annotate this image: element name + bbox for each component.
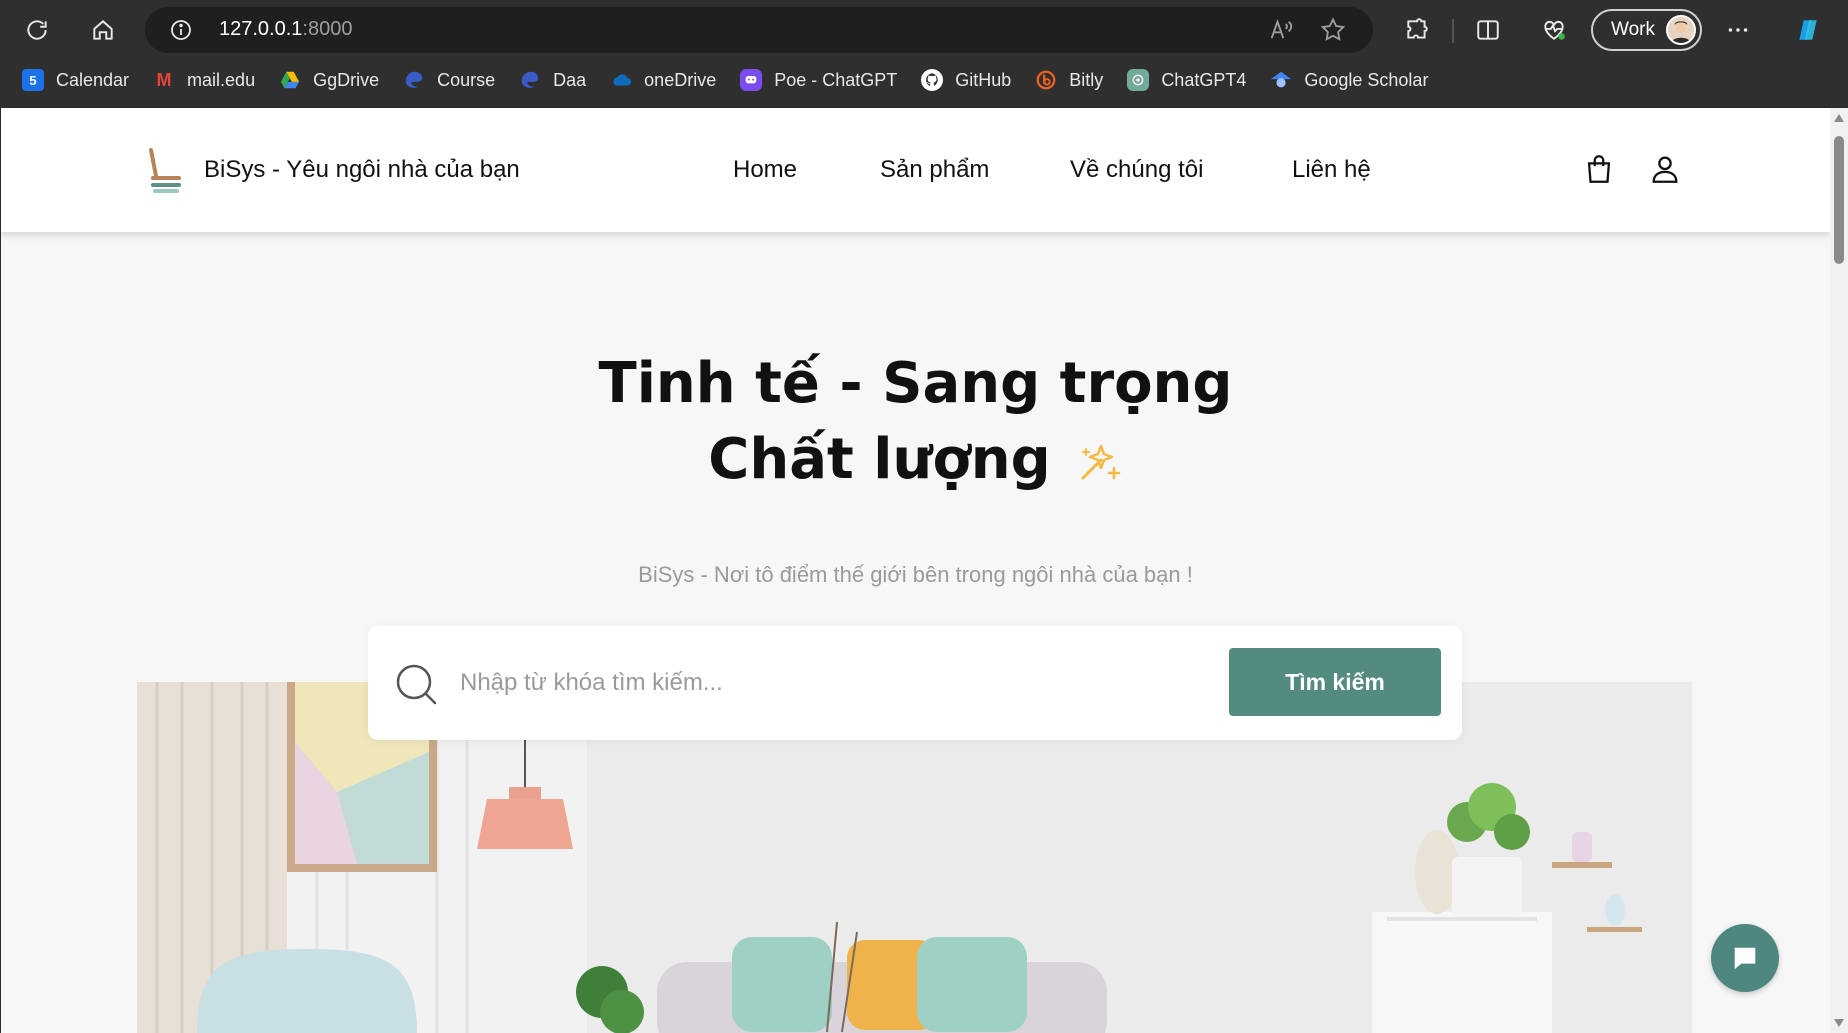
search-icon <box>396 664 437 705</box>
bookmark-bitly[interactable]: Bitly <box>1035 69 1103 91</box>
search-button[interactable]: Tìm kiếm <box>1229 648 1441 716</box>
poe-icon <box>740 69 763 91</box>
profile-label: Work <box>1611 19 1655 40</box>
bookmark-mail-edu[interactable]: Mmail.edu <box>153 69 256 91</box>
bookmark-label: Bitly <box>1069 69 1104 90</box>
hero-title-line2: Chất lượng <box>708 427 1051 492</box>
bookmark-daa[interactable]: Daa <box>519 69 586 91</box>
bookmark-label: mail.edu <box>187 69 256 90</box>
url-port: :8000 <box>302 18 353 40</box>
site-navbar: BiSys - Yêu ngôi nhà của bạn Home Sản ph… <box>1 108 1830 232</box>
sparkle-icon <box>1081 444 1120 480</box>
bookmark-ggdrive[interactable]: GgDrive <box>279 69 379 91</box>
hero-title-line1: Tinh tế - Sang trọng <box>598 351 1233 416</box>
bookmark-label: GitHub <box>955 69 1012 90</box>
url-host: 127.0.0.1 <box>219 18 303 40</box>
search-input[interactable] <box>460 656 1160 710</box>
split-screen-icon[interactable] <box>1468 10 1508 50</box>
onedrive-icon <box>610 69 632 91</box>
bookmark-github[interactable]: GitHub <box>921 69 1011 91</box>
address-bar[interactable]: 127.0.0.1:8000 <box>145 7 1373 53</box>
read-aloud-icon[interactable] <box>1267 16 1295 44</box>
bookmark-label: Course <box>437 69 496 90</box>
brand-name[interactable]: BiSys - Yêu ngôi nhà của bạn <box>204 156 520 184</box>
nav-contact[interactable]: Liên hệ <box>1292 156 1371 184</box>
browser-essentials-icon[interactable] <box>1534 10 1574 50</box>
reload-icon[interactable] <box>17 10 57 50</box>
bookmark-course[interactable]: Course <box>403 69 495 91</box>
browser-chrome: 127.0.0.1:8000 Work 5 Calendar Mmail.edu … <box>0 0 1848 107</box>
more-menu-icon[interactable] <box>1718 10 1758 50</box>
bookmark-label: ChatGPT4 <box>1161 69 1247 90</box>
chat-button[interactable] <box>1711 924 1779 992</box>
bookmark-chatgpt4[interactable]: ChatGPT4 <box>1127 69 1246 91</box>
bookmark-label: GgDrive <box>313 69 380 90</box>
url-text[interactable]: 127.0.0.1:8000 <box>219 18 352 41</box>
chat-bubble-icon <box>1734 947 1756 970</box>
bookmark-label: Poe - ChatGPT <box>774 69 898 90</box>
hero-title: Tinh tế - Sang trọng Chất lượng <box>1 346 1830 498</box>
bookmark-label: Calendar <box>56 69 130 90</box>
scrollbar-thumb[interactable] <box>1834 136 1844 264</box>
hero-subtitle: BiSys - Nơi tô điểm thế giới bên trong n… <box>638 562 1193 587</box>
calendar-icon: 5 <box>22 69 44 91</box>
profile-button[interactable]: Work <box>1591 9 1702 51</box>
search-card: Tìm kiếm <box>368 626 1462 740</box>
extensions-icon[interactable] <box>1397 10 1437 50</box>
scroll-up-arrow-icon[interactable] <box>1834 114 1844 122</box>
bookmark-label: Google Scholar <box>1304 69 1429 90</box>
page-scrollbar[interactable] <box>1830 108 1848 1033</box>
bookmark-google-scholar[interactable]: Google Scholar <box>1270 69 1428 91</box>
bookmark-onedrive[interactable]: oneDrive <box>610 69 716 91</box>
site-info-icon[interactable] <box>169 18 193 42</box>
edge-icon <box>403 69 425 91</box>
toolbar-divider <box>1452 19 1454 43</box>
bookmark-calendar[interactable]: 5 Calendar <box>22 69 129 91</box>
avatar <box>1666 15 1696 45</box>
edge-icon <box>519 69 541 91</box>
nav-home[interactable]: Home <box>733 156 797 184</box>
scholar-icon <box>1270 69 1292 91</box>
github-icon <box>921 69 944 91</box>
bookmark-label: Daa <box>553 69 587 90</box>
home-icon[interactable] <box>83 10 123 50</box>
chair-logo-icon[interactable] <box>145 148 181 194</box>
page-viewport: BiSys - Yêu ngôi nhà của bạn Home Sản ph… <box>1 108 1830 1033</box>
bookmarks-bar: 5 Calendar Mmail.edu GgDrive Course Daa o… <box>0 62 1848 98</box>
favorite-star-icon[interactable] <box>1319 16 1347 44</box>
copilot-icon[interactable] <box>1788 10 1828 50</box>
nav-products[interactable]: Sản phẩm <box>880 156 989 184</box>
bookmark-poe[interactable]: Poe - ChatGPT <box>740 69 897 91</box>
openai-icon <box>1127 69 1150 91</box>
user-account-icon[interactable] <box>1648 152 1682 186</box>
nav-about[interactable]: Về chúng tôi <box>1070 156 1203 184</box>
shopping-bag-icon[interactable] <box>1582 152 1616 186</box>
bookmark-label: oneDrive <box>644 69 717 90</box>
bitly-icon <box>1035 69 1057 91</box>
google-drive-icon <box>279 69 301 91</box>
scroll-down-arrow-icon[interactable] <box>1834 1019 1844 1027</box>
gmail-icon: M <box>156 69 172 90</box>
